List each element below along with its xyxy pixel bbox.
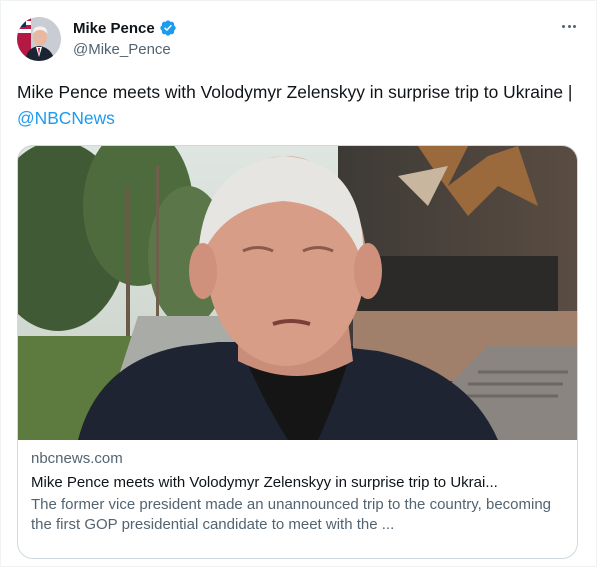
card-title: Mike Pence meets with Volodymyr Zelensky… — [31, 474, 498, 491]
mention-link[interactable]: @NBCNews — [17, 108, 115, 128]
card-domain: nbcnews.com — [31, 450, 123, 467]
avatar-image — [17, 17, 61, 61]
tweet-text: Mike Pence meets with Volodymyr Zelensky… — [17, 79, 577, 131]
verified-badge-icon — [159, 19, 177, 37]
tweet[interactable]: Mike Pence @Mike_Pence Mike Pence meets … — [0, 0, 597, 567]
display-name[interactable]: Mike Pence — [73, 20, 155, 37]
handle[interactable]: @Mike_Pence — [73, 41, 177, 58]
link-card[interactable]: nbcnews.com Mike Pence meets with Volody… — [17, 145, 578, 559]
card-image[interactable] — [18, 146, 577, 440]
card-description: The former vice president made an unanno… — [31, 496, 552, 533]
tweet-body: Mike Pence meets with Volodymyr Zelensky… — [17, 82, 573, 102]
card-meta: nbcnews.com Mike Pence meets with Volody… — [31, 449, 564, 535]
tweet-header: Mike Pence @Mike_Pence — [73, 18, 177, 58]
more-options-icon[interactable] — [558, 15, 580, 37]
avatar[interactable] — [17, 17, 61, 61]
